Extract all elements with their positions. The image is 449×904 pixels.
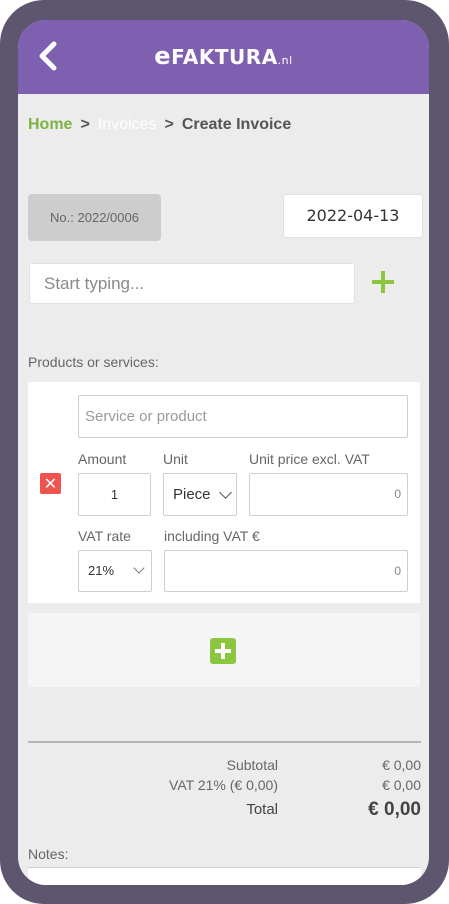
breadcrumb-home[interactable]: Home — [28, 116, 72, 133]
amount-label: Amount — [78, 451, 127, 467]
breadcrumb-current: Create Invoice — [181, 116, 292, 133]
products-section-label: Products or services: — [28, 354, 159, 370]
breadcrumb: Home > Invoices > Create Invoice — [28, 116, 291, 134]
chevron-down-icon — [133, 562, 145, 574]
unit-price-input[interactable]: 0 — [249, 473, 408, 516]
notes-input[interactable] — [28, 867, 421, 885]
including-vat-value: 0 — [394, 564, 401, 578]
subtotal-label: Subtotal — [226, 757, 278, 773]
total-label: Total — [246, 801, 278, 818]
unit-price-label: Unit price excl. VAT — [249, 451, 370, 467]
vat-total-label: VAT 21% (€ 0,00) — [169, 777, 278, 793]
total-value: € 0,00 — [368, 799, 421, 820]
including-vat-label: including VAT € — [164, 528, 260, 544]
add-client-plus-icon[interactable] — [372, 271, 394, 293]
breadcrumb-separator: > — [164, 116, 174, 133]
unit-value: Piece — [173, 486, 211, 503]
notes-label: Notes: — [28, 846, 69, 862]
delete-line-close-icon[interactable]: ✕ — [40, 473, 61, 494]
screen: eFAKTURA.nl Home > Invoices > Create Invoice… — [18, 20, 429, 885]
add-line-area — [28, 613, 420, 687]
subtotal-value: € 0,00 — [382, 757, 421, 773]
client-search-input[interactable]: Start typing... — [29, 263, 355, 304]
vat-rate-label: VAT rate — [78, 528, 131, 544]
chevron-down-icon — [219, 486, 232, 499]
breadcrumb-separator: > — [80, 116, 90, 133]
phone-frame: eFAKTURA.nl Home > Invoices > Create Invoice… — [0, 0, 449, 904]
product-line-card: Service or product Amount Unit Unit pric… — [28, 382, 420, 603]
add-line-plus-square-icon[interactable] — [210, 638, 236, 664]
amount-value: 1 — [110, 487, 119, 502]
amount-input[interactable]: 1 — [78, 473, 151, 516]
invoice-number: No.: 2022/0006 — [28, 194, 161, 241]
unit-label: Unit — [163, 451, 188, 467]
app-logo[interactable]: eFAKTURA.nl — [18, 42, 429, 70]
vat-total-value: € 0,00 — [382, 777, 421, 793]
service-product-placeholder: Service or product — [85, 408, 207, 425]
breadcrumb-invoices[interactable]: Invoices — [98, 116, 157, 133]
totals-divider — [28, 741, 421, 743]
vat-rate-value: 21% — [88, 563, 115, 578]
vat-rate-select[interactable]: 21% — [78, 550, 152, 592]
invoice-date-field[interactable]: 2022-04-13 — [283, 194, 423, 238]
top-bar: eFAKTURA.nl — [18, 20, 429, 94]
unit-select[interactable]: Piece — [163, 473, 237, 516]
unit-price-value: 0 — [394, 487, 401, 501]
service-product-input[interactable]: Service or product — [78, 395, 408, 438]
client-search-placeholder: Start typing... — [44, 274, 145, 293]
including-vat-input[interactable]: 0 — [164, 550, 408, 592]
